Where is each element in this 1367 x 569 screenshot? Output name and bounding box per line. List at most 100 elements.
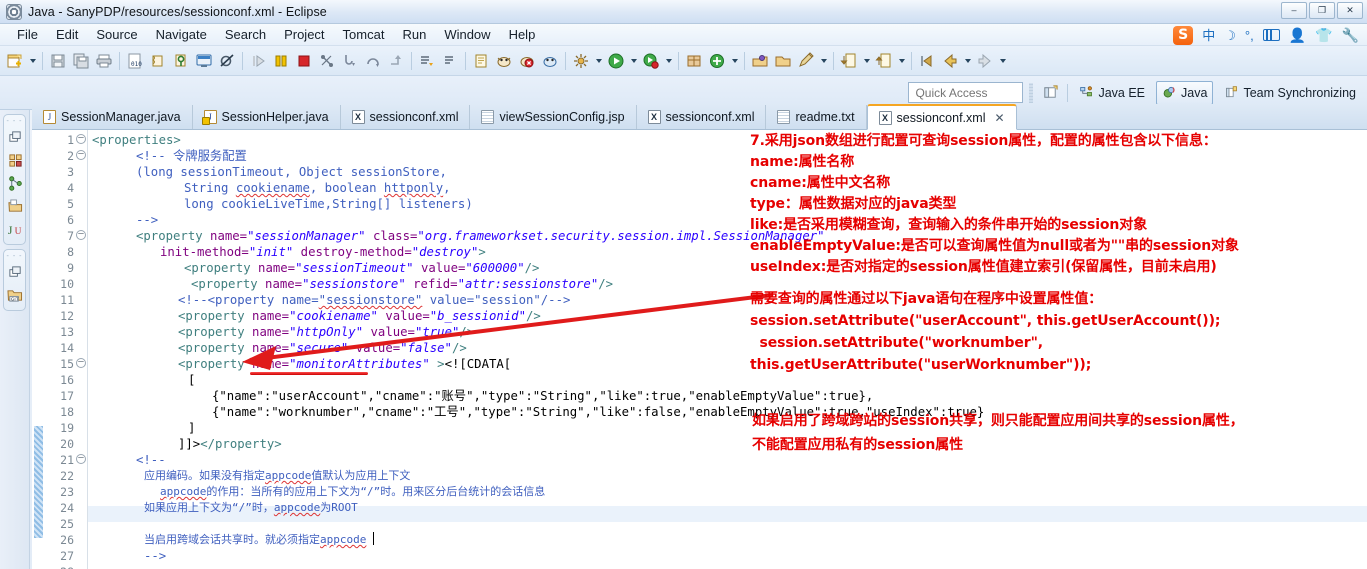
- prev-annotation-icon[interactable]: [916, 50, 938, 72]
- fast-view-grip-2[interactable]: - - -: [4, 253, 25, 260]
- ime-wrench-icon[interactable]: 🔧: [1342, 28, 1359, 42]
- fold-toggle-icon[interactable]: [76, 150, 86, 160]
- minimize-button[interactable]: –: [1281, 2, 1307, 19]
- tab-session-manager-java[interactable]: J SessionManager.java: [32, 105, 193, 129]
- suspend-icon[interactable]: [270, 50, 292, 72]
- new-java-class-icon[interactable]: 010: [124, 50, 146, 72]
- resume-icon[interactable]: [247, 50, 269, 72]
- perspective-java[interactable]: Java: [1156, 80, 1214, 105]
- code-line: <properties>: [92, 133, 181, 147]
- download-dropdown-arrow[interactable]: [861, 50, 872, 72]
- skip-breakpoints-icon[interactable]: [216, 50, 238, 72]
- window-controls[interactable]: – ❐ ✕: [1281, 2, 1363, 19]
- tab-view-session-config-jsp[interactable]: viewSessionConfig.jsp: [470, 105, 637, 129]
- annotation-icon[interactable]: [170, 50, 192, 72]
- fold-toggle-icon[interactable]: [76, 134, 86, 144]
- tab-sessionconf-xml-2[interactable]: X sessionconf.xml: [637, 105, 767, 129]
- upload-icon[interactable]: [873, 50, 895, 72]
- step-into-icon[interactable]: [339, 50, 361, 72]
- menu-run[interactable]: Run: [393, 25, 435, 44]
- download-icon[interactable]: [838, 50, 860, 72]
- open-task-icon[interactable]: [439, 50, 461, 72]
- package-explorer-icon[interactable]: [4, 150, 26, 171]
- restore-icon[interactable]: [4, 127, 26, 148]
- menu-edit[interactable]: Edit: [47, 25, 87, 44]
- ime-shirt-icon[interactable]: 👕: [1315, 28, 1332, 42]
- save-icon[interactable]: [47, 50, 69, 72]
- step-over-icon[interactable]: [362, 50, 384, 72]
- junit-icon[interactable]: JU: [4, 219, 26, 240]
- tab-sessionconf-xml-1[interactable]: X sessionconf.xml: [341, 105, 471, 129]
- maximize-button[interactable]: ❐: [1309, 2, 1335, 19]
- edit-dropdown-arrow[interactable]: [818, 50, 829, 72]
- perspective-team-synchronizing[interactable]: Team Synchronizing: [1219, 81, 1361, 105]
- open-folder-icon[interactable]: [772, 50, 794, 72]
- save-all-icon[interactable]: [70, 50, 92, 72]
- ime-moon-icon[interactable]: ☽: [1224, 29, 1236, 42]
- tab-readme-txt[interactable]: readme.txt: [766, 105, 867, 129]
- new-wizard-dropdown-arrow[interactable]: [27, 50, 38, 72]
- sogou-ime-toolbar[interactable]: S 中 ☽ °, 👤 👕 🔧: [1169, 23, 1363, 47]
- run-external-dropdown-arrow[interactable]: [663, 50, 674, 72]
- step-return-icon[interactable]: [385, 50, 407, 72]
- export-icon[interactable]: [147, 50, 169, 72]
- git-repositories-icon[interactable]: GIT: [4, 285, 26, 306]
- fast-view-grip[interactable]: - - -: [4, 118, 25, 125]
- perspective-java-ee[interactable]: Java EE: [1074, 81, 1150, 105]
- debug-config-icon[interactable]: [570, 50, 592, 72]
- run-external-icon[interactable]: [640, 50, 662, 72]
- open-perspective-icon[interactable]: [1039, 82, 1061, 104]
- run-icon[interactable]: [605, 50, 627, 72]
- back-dropdown-arrow[interactable]: [962, 50, 973, 72]
- tomcat-restart-icon[interactable]: [539, 50, 561, 72]
- tomcat-start-icon[interactable]: [493, 50, 515, 72]
- restore-icon-2[interactable]: [4, 262, 26, 283]
- ime-person-icon[interactable]: 👤: [1289, 28, 1306, 42]
- open-type-icon[interactable]: [416, 50, 438, 72]
- menu-tomcat[interactable]: Tomcat: [334, 25, 394, 44]
- close-button[interactable]: ✕: [1337, 2, 1363, 19]
- close-icon[interactable]: ✕: [994, 111, 1004, 125]
- terminate-icon[interactable]: [293, 50, 315, 72]
- new-wizard-icon[interactable]: [4, 50, 26, 72]
- edit-pencil-icon[interactable]: [795, 50, 817, 72]
- ime-chinese-mode-icon[interactable]: 中: [1202, 29, 1215, 42]
- disconnect-icon[interactable]: [316, 50, 338, 72]
- menu-navigate[interactable]: Navigate: [147, 25, 216, 44]
- toolbar-grip[interactable]: [1029, 82, 1034, 103]
- print-icon[interactable]: [93, 50, 115, 72]
- console-icon[interactable]: [193, 50, 215, 72]
- quick-access-input[interactable]: [908, 82, 1024, 103]
- forward-icon[interactable]: [974, 50, 996, 72]
- sogou-logo-icon[interactable]: S: [1173, 25, 1194, 45]
- ime-keyboard-icon[interactable]: [1262, 29, 1280, 41]
- tab-sessionconf-xml-active[interactable]: X sessionconf.xml ✕: [866, 104, 1017, 130]
- save-doc-icon[interactable]: [470, 50, 492, 72]
- new-package-icon[interactable]: [683, 50, 705, 72]
- perspective-java-ee-label: Java EE: [1098, 85, 1146, 100]
- ime-punctuation-icon[interactable]: °,: [1245, 29, 1254, 42]
- forward-dropdown-arrow[interactable]: [997, 50, 1008, 72]
- back-icon[interactable]: [939, 50, 961, 72]
- menu-source[interactable]: Source: [87, 25, 146, 44]
- new-project-icon[interactable]: [706, 50, 728, 72]
- run-dropdown-arrow[interactable]: [628, 50, 639, 72]
- menu-help[interactable]: Help: [500, 25, 545, 44]
- hierarchy-icon[interactable]: [4, 173, 26, 194]
- tab-session-helper-java[interactable]: J SessionHelper.java: [193, 105, 341, 129]
- new-project-dropdown-arrow[interactable]: [729, 50, 740, 72]
- fold-toggle-icon[interactable]: [76, 358, 86, 368]
- menu-window[interactable]: Window: [435, 25, 499, 44]
- open-search-icon[interactable]: [749, 50, 771, 72]
- menu-search[interactable]: Search: [216, 25, 275, 44]
- tab-label: sessionconf.xml: [896, 110, 986, 125]
- fold-toggle-icon[interactable]: [76, 230, 86, 240]
- tomcat-stop-icon[interactable]: [516, 50, 538, 72]
- project-explorer-icon[interactable]: [4, 196, 26, 217]
- fold-toggle-icon[interactable]: [76, 454, 86, 464]
- menu-project[interactable]: Project: [275, 25, 333, 44]
- debug-dropdown-arrow[interactable]: [593, 50, 604, 72]
- upload-dropdown-arrow[interactable]: [896, 50, 907, 72]
- menu-file[interactable]: File: [8, 25, 47, 44]
- xml-editor[interactable]: 1 <properties> 2 <!-- 令牌服务配置 3 (long ses…: [32, 130, 1367, 569]
